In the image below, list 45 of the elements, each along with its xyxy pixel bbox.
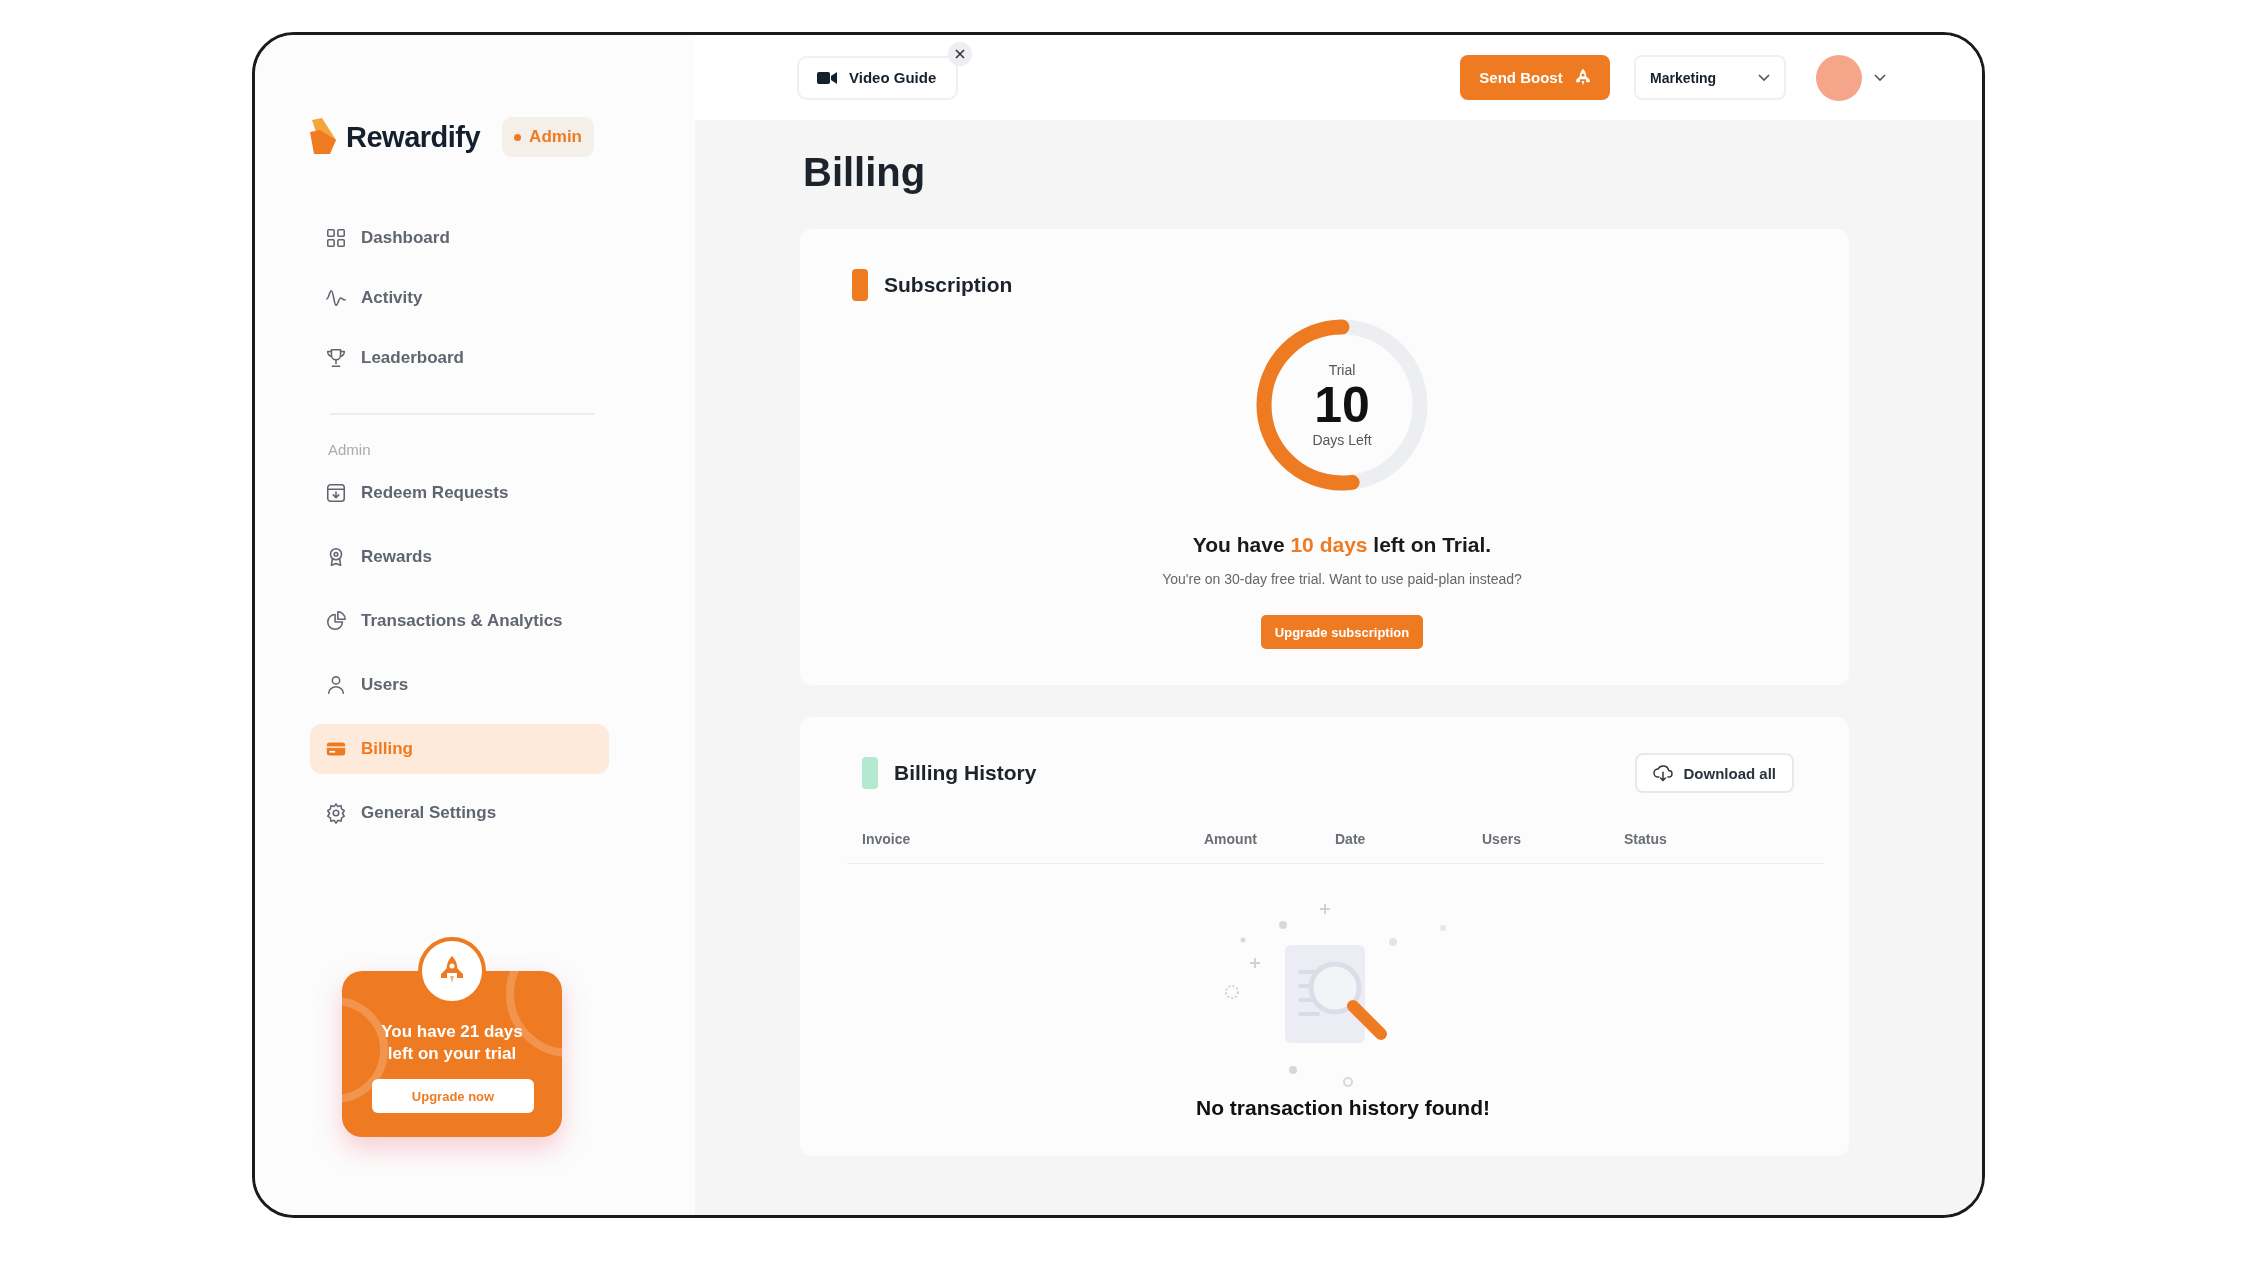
pulse-icon: [325, 287, 347, 309]
nav-item[interactable]: Redeem Requests: [310, 468, 609, 518]
nav-item[interactable]: Rewards: [310, 532, 609, 582]
inbox-download-icon: [325, 482, 347, 504]
column-header: Status: [1624, 831, 1668, 847]
nav-item[interactable]: General Settings: [310, 788, 609, 838]
column-header: Invoice: [862, 831, 912, 847]
promo-text: You have 21 days left on your trial: [380, 1020, 524, 1065]
ring-label: Trial: [1328, 362, 1356, 378]
brand-name: Rewardify: [346, 120, 481, 154]
days-number: 10: [1314, 380, 1370, 430]
trial-headline: You have 10 days left on Trial.: [1192, 533, 1492, 557]
gear-icon: [325, 802, 347, 824]
nav-item[interactable]: Activity: [310, 273, 609, 323]
role-badge: Admin: [502, 117, 594, 157]
page-title: Billing: [803, 150, 927, 195]
grid-icon: [325, 227, 347, 249]
section-marker: [852, 269, 868, 301]
section-marker: [862, 757, 878, 789]
column-header: Users: [1482, 831, 1522, 847]
team-select[interactable]: Marketing: [1634, 55, 1786, 100]
video-guide-button[interactable]: Video Guide: [797, 55, 959, 100]
card-title: Subscription: [884, 273, 1013, 297]
close-icon[interactable]: [948, 41, 973, 66]
download-all-button[interactable]: Download all: [1635, 753, 1794, 793]
chevron-down-icon: [1758, 73, 1770, 82]
pie-chart-icon: [325, 610, 347, 632]
column-header: Date: [1335, 831, 1367, 847]
chevron-down-icon[interactable]: [1874, 73, 1886, 82]
column-header: Amount: [1204, 831, 1258, 847]
logo-icon: [310, 118, 338, 156]
trial-note: You're on 30-day free trial. Want to use paid-plan instead?: [1162, 571, 1522, 587]
ring-caption: Days Left: [1312, 432, 1372, 448]
user-icon: [325, 674, 347, 696]
video-camera-icon: [817, 70, 837, 85]
trophy-icon: [325, 347, 347, 369]
nav-item[interactable]: Leaderboard: [310, 333, 609, 383]
section-label: Admin: [328, 441, 372, 458]
cloud-download-icon: [1653, 764, 1674, 782]
card-title: Billing History: [894, 761, 1037, 785]
empty-message: No transaction history found!: [1196, 1096, 1490, 1120]
nav-item[interactable]: Transactions & Analytics: [310, 596, 609, 646]
upgrade-now-button[interactable]: Upgrade now: [372, 1079, 534, 1113]
nav-item[interactable]: Dashboard: [310, 213, 609, 263]
nav-item[interactable]: Users: [310, 660, 609, 710]
